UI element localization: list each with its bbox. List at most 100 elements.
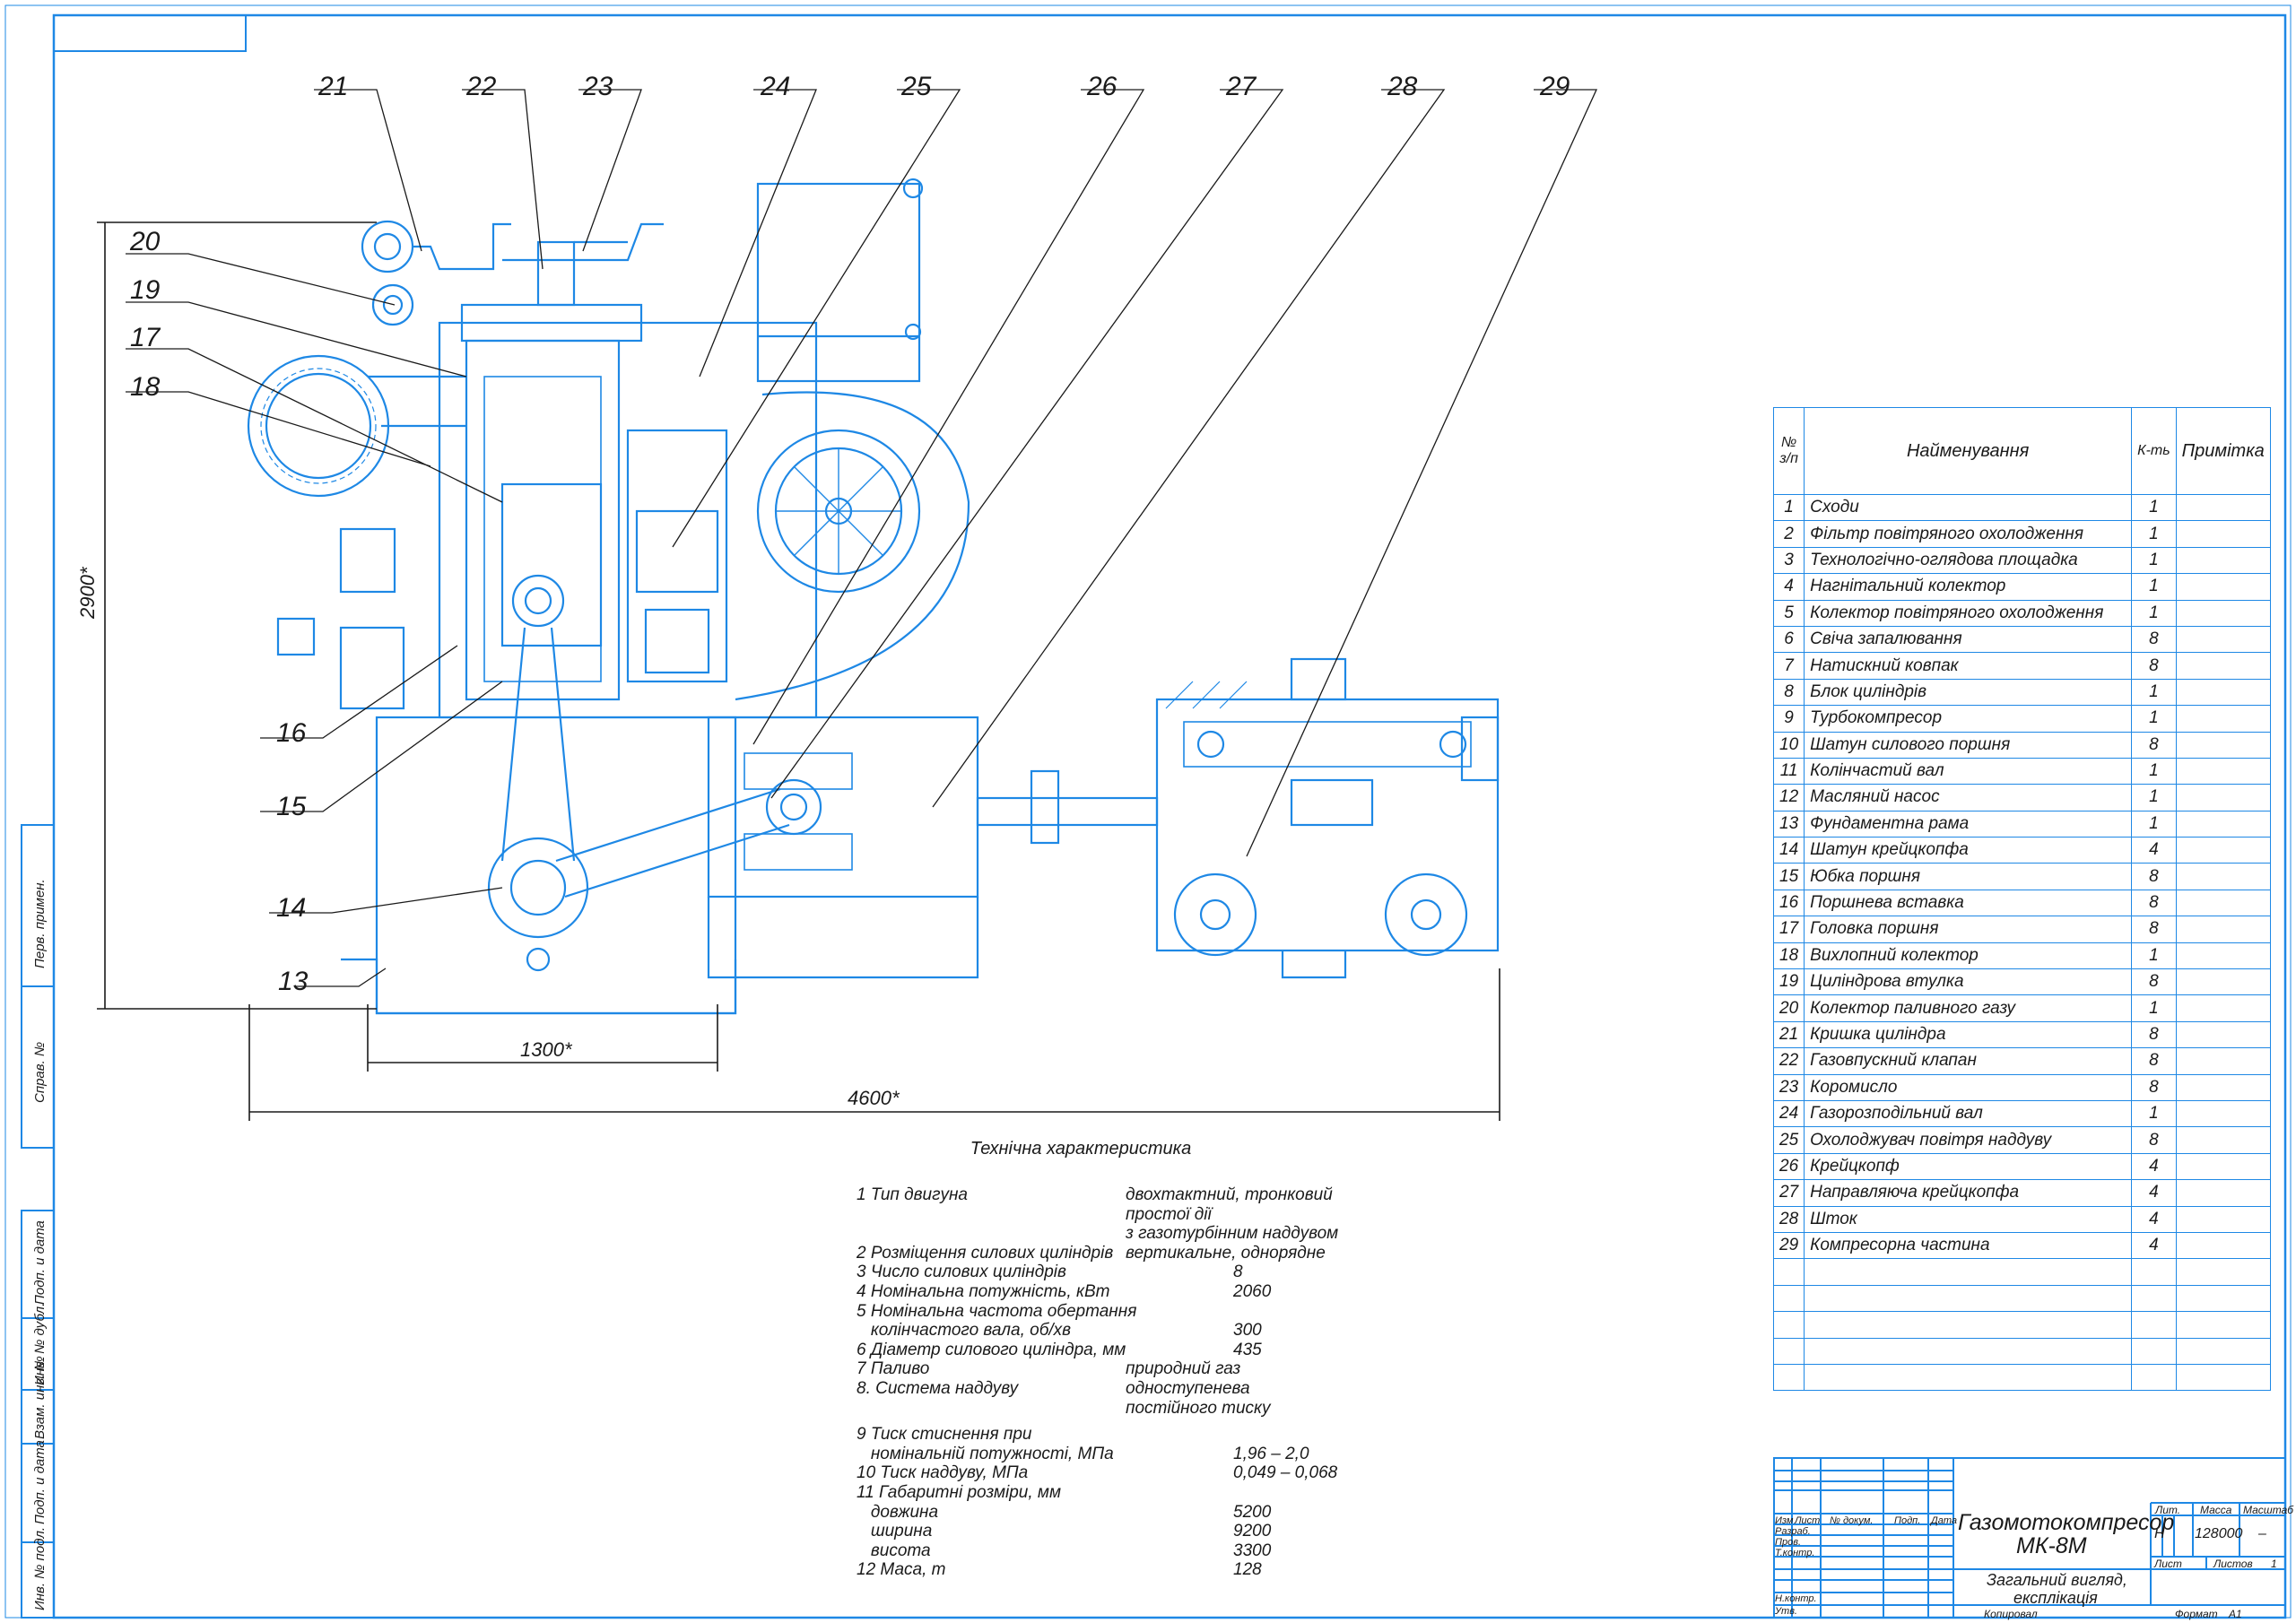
parts-list-row: 2 Фільтр повітряного охолодження 1	[1772, 520, 2271, 548]
part-number: 8	[1772, 678, 1805, 707]
callout-26: 26	[1087, 72, 1118, 101]
part-qty: 8	[2131, 652, 2177, 680]
part-qty: 8	[2131, 1073, 2177, 1101]
part-number: 22	[1772, 1047, 1805, 1075]
part-number: 20	[1772, 994, 1805, 1022]
tech-value: 435	[1233, 1340, 1262, 1359]
part-note	[2175, 810, 2271, 838]
part-name: Шатун крейцкопфа	[1804, 837, 2133, 864]
tech-label: номінальній потужності, МПа	[857, 1444, 1114, 1463]
part-qty: 8	[2131, 1126, 2177, 1154]
tech-label: 11 Габаритні розміри, мм	[857, 1483, 1061, 1502]
callout-29: 29	[1540, 72, 1570, 101]
part-qty: 8	[2131, 1047, 2177, 1075]
part-name: Газовпускний клапан	[1804, 1047, 2133, 1075]
tech-label: колінчастого вала, об/хв	[857, 1321, 1072, 1341]
callout-24: 24	[761, 72, 791, 101]
tech-value: двохтактний, тронковий	[1126, 1185, 1333, 1204]
part-name: Колінчастий вал	[1804, 757, 2133, 785]
parts-list-row: 1 Сходи 1	[1772, 493, 2271, 522]
row-nkontr: Н.контр.	[1775, 1593, 1817, 1604]
part-name: Компресорна частина	[1804, 1231, 2133, 1260]
callout-28: 28	[1387, 72, 1418, 101]
part-name: Охолоджувач повітря наддуву	[1804, 1126, 2133, 1154]
part-note	[2175, 1073, 2271, 1101]
part-name: Блок циліндрів	[1804, 678, 2133, 707]
part-note	[2175, 678, 2271, 707]
part-note	[2175, 599, 2271, 627]
part-qty: 1	[2131, 784, 2177, 812]
parts-list-row: 14 Шатун крейцкопфа 4	[1772, 837, 2271, 864]
part-number: 6	[1772, 625, 1805, 654]
technical-specs-title: Технічна характеристика	[970, 1139, 1192, 1159]
part-note	[2175, 1099, 2271, 1128]
parts-list-empty-row	[1772, 1311, 2271, 1339]
col-doc: № докум.	[1830, 1515, 1874, 1526]
parts-list-row: 6 Свіча запалювання 8	[1772, 625, 2271, 654]
part-note	[2175, 942, 2271, 970]
part-number: 23	[1772, 1073, 1805, 1101]
part-name: Головка поршня	[1804, 916, 2133, 943]
part-name: Шток	[1804, 1205, 2133, 1233]
row-tkontr: Т.контр.	[1775, 1548, 1815, 1558]
parts-list-row: 11 Колінчастий вал 1	[1772, 757, 2271, 785]
tech-label: 8. Система наддуву	[857, 1379, 1019, 1398]
parts-list-empty-row	[1772, 1363, 2271, 1392]
parts-list-row: 7 Натискний ковпак 8	[1772, 652, 2271, 680]
part-note	[2175, 1152, 2271, 1181]
part-number: 21	[1772, 1020, 1805, 1049]
tech-value: постійного тиску	[1126, 1398, 1271, 1418]
part-name: Фундаментна рама	[1804, 810, 2133, 838]
side-inv-podl: Инв. № подл.	[32, 1526, 48, 1610]
parts-list-row: 29 Компресорна частина 4	[1772, 1231, 2271, 1260]
tech-label: 4 Номінальна потужність, кВт	[857, 1282, 1110, 1301]
part-number: 28	[1772, 1205, 1805, 1233]
part-note	[2175, 757, 2271, 785]
part-number: 3	[1772, 546, 1805, 575]
parts-list-row: 18 Вихлопний колектор 1	[1772, 942, 2271, 970]
part-number: 16	[1772, 889, 1805, 917]
parts-list-empty-row	[1772, 1284, 2271, 1313]
tech-value: одноступенева	[1126, 1379, 1250, 1398]
parts-list-row: 27 Направляюча крейцкопфа 4	[1772, 1179, 2271, 1207]
part-name: Крейцкопф	[1804, 1152, 2133, 1181]
parts-list-row: 3 Технологічно-оглядова площадка 1	[1772, 546, 2271, 575]
part-qty: 1	[2131, 546, 2177, 575]
value-format: А1	[2229, 1608, 2242, 1620]
parts-list-row: 16 Поршнева вставка 8	[1772, 889, 2271, 917]
part-name: Натискний ковпак	[1804, 652, 2133, 680]
tech-value: вертикальне, однорядне	[1126, 1243, 1326, 1263]
part-note	[2175, 520, 2271, 548]
label-sheets: Листов	[2213, 1558, 2253, 1570]
part-note	[2175, 1231, 2271, 1260]
part-qty: 1	[2131, 573, 2177, 601]
parts-list-row: 25 Охолоджувач повітря наддуву 8	[1772, 1126, 2271, 1154]
part-qty: 8	[2131, 968, 2177, 996]
parts-list-row: 8 Блок циліндрів 1	[1772, 678, 2271, 707]
part-name: Вихлопний колектор	[1804, 942, 2133, 970]
label-scale: Масштаб	[2243, 1504, 2294, 1516]
parts-list-table: № з/п Найменування К-ть Примітка 1 Сходи 1…	[1772, 407, 2271, 1392]
label-sheet: Лист	[2154, 1558, 2182, 1570]
part-name: Колектор паливного газу	[1804, 994, 2133, 1022]
tech-label: 5 Номінальна частота обертання	[857, 1301, 1137, 1321]
part-number: 10	[1772, 731, 1805, 759]
part-note	[2175, 1205, 2271, 1233]
part-name: Турбокомпресор	[1804, 705, 2133, 733]
part-qty: 1	[2131, 493, 2177, 522]
label-format: Формат	[2175, 1608, 2218, 1620]
parts-list-row: 15 Юбка поршня 8	[1772, 863, 2271, 890]
part-number: 14	[1772, 837, 1805, 864]
part-qty: 8	[2131, 1020, 2177, 1049]
parts-list-row: 23 Коромисло 8	[1772, 1073, 2271, 1101]
tech-value: 1,96 – 2,0	[1233, 1444, 1309, 1463]
label-lit: Лит.	[2155, 1504, 2181, 1516]
part-note	[2175, 625, 2271, 654]
product-model: МК-8М	[2016, 1533, 2087, 1558]
tech-value: 300	[1233, 1321, 1262, 1341]
col-izm: Изм	[1775, 1515, 1794, 1526]
part-name: Масляний насос	[1804, 784, 2133, 812]
part-number: 19	[1772, 968, 1805, 996]
callout-22: 22	[466, 72, 497, 101]
part-qty: 8	[2131, 889, 2177, 917]
